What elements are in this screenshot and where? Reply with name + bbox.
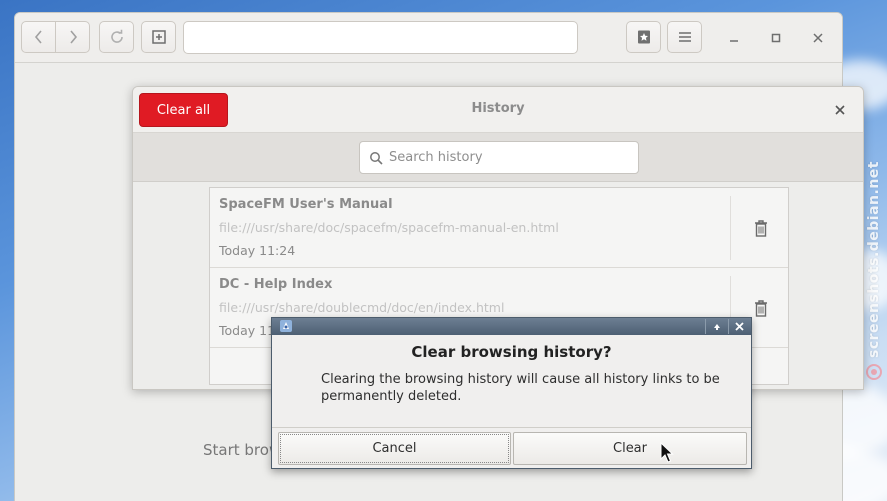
new-tab-button[interactable] [141, 21, 176, 53]
cancel-button[interactable]: Cancel [278, 432, 511, 465]
search-icon [370, 151, 383, 165]
browser-headerbar [15, 13, 842, 63]
bookmarks-button[interactable] [626, 21, 661, 53]
dialog-shade-button[interactable] [705, 319, 727, 334]
dialog-footer: Cancel Clear [272, 427, 751, 470]
maximize-button[interactable] [764, 26, 788, 50]
menu-button[interactable] [667, 21, 702, 53]
dialog-message: Clearing the browsing history will cause… [321, 372, 720, 404]
trash-icon [755, 220, 767, 237]
close-icon [735, 322, 744, 331]
history-item-title: SpaceFM User's Manual [219, 197, 393, 212]
minimize-icon [730, 40, 738, 42]
reload-icon [110, 29, 123, 43]
clear-history-dialog: Clear browsing history? Clearing the bro… [271, 317, 752, 469]
delete-item-button[interactable] [752, 298, 770, 318]
history-item-time: Today 11:24 [219, 243, 296, 258]
minimize-button[interactable] [722, 26, 746, 50]
mouse-cursor-icon [660, 442, 674, 463]
new-tab-icon [151, 30, 166, 44]
watermark: screenshots.debian.net [865, 140, 883, 380]
trash-icon [755, 300, 767, 317]
history-close-button[interactable] [831, 101, 849, 119]
hamburger-menu-icon [678, 32, 691, 42]
close-icon [813, 33, 823, 43]
clear-button[interactable]: Clear [513, 432, 747, 465]
history-search-bar [133, 133, 863, 182]
search-history-field[interactable] [359, 141, 639, 174]
close-icon [835, 105, 845, 115]
history-item-title: DC - Help Index [219, 277, 333, 292]
dialog-titlebar [272, 318, 751, 335]
reload-button[interactable] [99, 21, 134, 53]
divider [730, 196, 731, 260]
search-history-input[interactable] [389, 150, 619, 165]
address-bar[interactable] [183, 21, 578, 54]
watermark-text: screenshots.debian.net [866, 161, 882, 358]
history-item[interactable]: SpaceFM User's Manual file:///usr/share/… [210, 188, 788, 268]
bookmark-star-icon [637, 30, 650, 44]
dialog-close-button[interactable] [728, 319, 750, 334]
dialog-heading: Clear browsing history? [411, 343, 612, 361]
chevron-left-icon [34, 30, 42, 44]
back-button[interactable] [21, 21, 56, 53]
debian-logo-icon [866, 364, 882, 380]
history-header: Clear all History [133, 87, 863, 133]
close-window-button[interactable] [806, 26, 830, 50]
arrow-up-icon [713, 323, 720, 330]
history-item-url: file:///usr/share/doc/spacefm/spacefm-ma… [219, 220, 559, 235]
maximize-icon [771, 33, 781, 43]
history-item-url: file:///usr/share/doublecmd/doc/en/index… [219, 300, 505, 315]
delete-item-button[interactable] [752, 218, 770, 238]
chevron-right-icon [69, 30, 77, 44]
history-title: History [471, 101, 525, 116]
app-icon [280, 320, 292, 332]
start-page-text: Start brow [203, 441, 282, 459]
forward-button[interactable] [55, 21, 90, 53]
